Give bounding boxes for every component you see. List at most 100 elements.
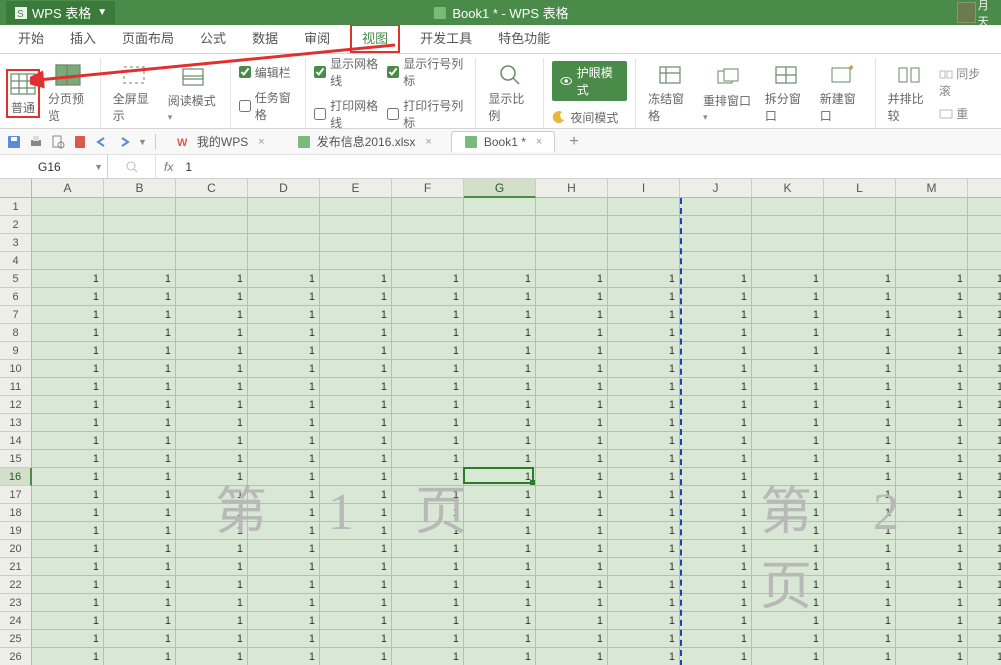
cell[interactable]: 1 (32, 450, 104, 468)
cell[interactable]: 1 (464, 576, 536, 594)
row-header[interactable]: 12 (0, 396, 32, 414)
cell[interactable]: 1 (176, 414, 248, 432)
cell[interactable] (320, 198, 392, 216)
cell[interactable]: 1 (464, 540, 536, 558)
cell[interactable]: 1 (320, 432, 392, 450)
cell[interactable]: 1 (104, 378, 176, 396)
row-header[interactable]: 24 (0, 612, 32, 630)
cell[interactable]: 1 (608, 306, 680, 324)
cell[interactable]: 1 (320, 468, 392, 486)
cell[interactable]: 1 (824, 648, 896, 665)
cell[interactable]: 1 (680, 396, 752, 414)
cell[interactable]: 1 (32, 522, 104, 540)
cell[interactable]: 1 (608, 396, 680, 414)
cell[interactable]: 1 (320, 306, 392, 324)
cell[interactable]: 1 (608, 612, 680, 630)
close-icon[interactable]: × (425, 136, 431, 148)
cell[interactable]: 1 (896, 378, 968, 396)
cell[interactable]: 1 (464, 378, 536, 396)
row-header[interactable]: 25 (0, 630, 32, 648)
arrange-windows-button[interactable]: 重排窗口 ▾ (699, 62, 757, 125)
column-header[interactable]: H (536, 179, 608, 198)
cell[interactable]: 1 (680, 468, 752, 486)
cell[interactable]: 1 (104, 270, 176, 288)
cell[interactable]: 1 (752, 486, 824, 504)
cell[interactable]: 1 (896, 450, 968, 468)
cell[interactable]: 1 (608, 270, 680, 288)
cell[interactable] (464, 252, 536, 270)
formula-bar-checkbox[interactable]: 编辑栏 (239, 64, 297, 81)
spreadsheet-grid[interactable]: ABCDEFGHIJKLM 12345678910111213141516171… (0, 179, 1001, 665)
menu-item[interactable]: 特色功能 (492, 24, 556, 53)
cell[interactable] (176, 252, 248, 270)
row-header[interactable]: 21 (0, 558, 32, 576)
cell[interactable]: 1 (392, 270, 464, 288)
tab-file1[interactable]: 发布信息2016.xlsx × (284, 129, 445, 154)
cell[interactable]: 1 (464, 324, 536, 342)
cell[interactable]: 1 (752, 270, 824, 288)
cell[interactable] (320, 252, 392, 270)
cell[interactable]: 1 (32, 504, 104, 522)
cell[interactable]: 1 (824, 360, 896, 378)
cell[interactable]: 1 (320, 342, 392, 360)
cell[interactable]: 1 (32, 288, 104, 306)
cell[interactable]: 1 (392, 414, 464, 432)
cell[interactable]: 1 (896, 630, 968, 648)
cell[interactable]: 1 (608, 576, 680, 594)
row-header[interactable]: 13 (0, 414, 32, 432)
cell[interactable] (896, 216, 968, 234)
column-header[interactable]: L (824, 179, 896, 198)
cell[interactable] (896, 198, 968, 216)
cell[interactable]: 1 (680, 270, 752, 288)
cell[interactable] (896, 234, 968, 252)
cell[interactable]: 1 (680, 378, 752, 396)
cell[interactable]: 1 (896, 342, 968, 360)
row-header[interactable]: 2 (0, 216, 32, 234)
cell[interactable]: 1 (392, 504, 464, 522)
menu-item[interactable]: 开始 (12, 24, 50, 53)
cell[interactable]: 1 (104, 306, 176, 324)
cell-area[interactable]: 1111111111111111111111111111111111111111… (32, 198, 1001, 665)
cell[interactable]: 1 (32, 414, 104, 432)
cell[interactable] (320, 216, 392, 234)
cell[interactable] (608, 252, 680, 270)
cell[interactable]: 1 (32, 360, 104, 378)
cell[interactable]: 1 (680, 576, 752, 594)
row-header[interactable]: 22 (0, 576, 32, 594)
freeze-panes-button[interactable]: 冻结窗格 (644, 60, 695, 126)
cell[interactable]: 1 (248, 306, 320, 324)
cell[interactable]: 1 (752, 630, 824, 648)
cell[interactable]: 1 (248, 360, 320, 378)
cell[interactable] (104, 198, 176, 216)
cell[interactable]: 1 (824, 270, 896, 288)
cell[interactable]: 1 (824, 522, 896, 540)
print-headings-checkbox[interactable]: 打印行号列标 (387, 97, 467, 131)
cell[interactable] (752, 234, 824, 252)
cell[interactable]: 1 (824, 540, 896, 558)
cell[interactable]: 1 (464, 360, 536, 378)
cell[interactable]: 1 (176, 360, 248, 378)
cell[interactable]: 1 (608, 450, 680, 468)
cell[interactable]: 1 (608, 558, 680, 576)
cell[interactable] (464, 198, 536, 216)
cell[interactable] (248, 198, 320, 216)
row-header[interactable]: 20 (0, 540, 32, 558)
cell[interactable] (104, 216, 176, 234)
cell[interactable]: 1 (392, 594, 464, 612)
cell[interactable]: 1 (536, 468, 608, 486)
cell[interactable]: 1 (896, 360, 968, 378)
cell[interactable]: 1 (536, 612, 608, 630)
cell[interactable]: 1 (464, 594, 536, 612)
normal-view-button[interactable]: 普通 (6, 69, 40, 118)
cell[interactable] (176, 198, 248, 216)
cell[interactable]: 1 (248, 468, 320, 486)
cell[interactable]: 1 (248, 288, 320, 306)
cell[interactable]: 1 (32, 342, 104, 360)
cell[interactable]: 1 (464, 270, 536, 288)
cell[interactable]: 1 (104, 486, 176, 504)
cell[interactable]: 1 (464, 306, 536, 324)
cell[interactable] (32, 252, 104, 270)
cell[interactable]: 1 (608, 594, 680, 612)
cell[interactable]: 1 (680, 450, 752, 468)
cell[interactable]: 1 (248, 432, 320, 450)
